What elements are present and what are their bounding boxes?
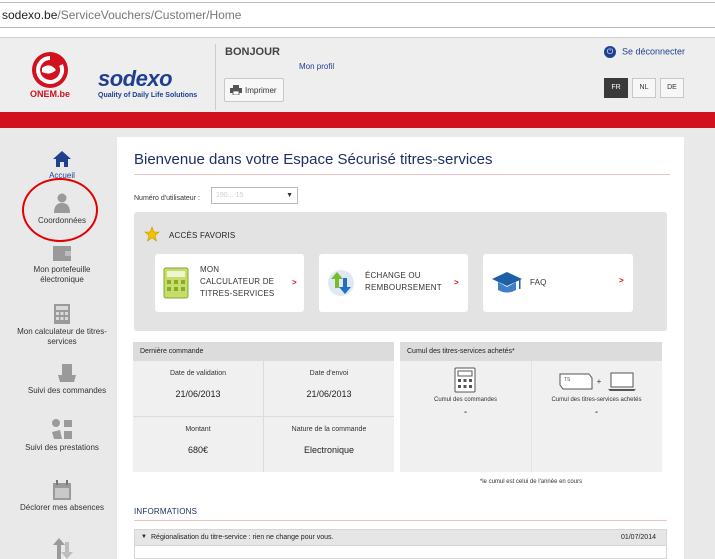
amount-label: Montant [185,426,211,433]
send-date-value: 21/06/2013 [306,389,352,399]
favorite-card-line: ÉCHANGE OU [365,271,421,280]
news-body [134,546,667,559]
laptop-icon [608,372,636,391]
calculator-icon [54,304,70,324]
sidebar-item-portefeuille[interactable]: Mon portefeuille électronique [12,244,112,285]
plus-sign: + [596,377,602,386]
wallet-icon [53,246,71,261]
chevron-right-icon: > [292,278,297,287]
logout-link[interactable]: ⏻ Se déconnecter [604,46,685,58]
sidebar-item-label: Déclorer mes absences [19,503,105,512]
title-divider [134,174,670,175]
exchange-icon [328,270,354,296]
user-number-value: 190... 15 [216,192,244,199]
send-date-label: Date d'envoi [309,370,349,377]
browser-address-bar: sodexo.be/ServiceVouchers/Customer/Home [0,0,715,38]
amount-value: 680€ [187,445,209,455]
last-order-title: Dernière commande [133,342,394,361]
voucher-icon: TS [559,373,593,390]
user-number-label: Numéro d'utilisateur : [134,195,200,202]
orders-total-value: - [463,407,468,418]
favorite-card-exchange[interactable]: ÉCHANGE OU REMBOURSEMENT > [319,254,468,312]
cumulative-title: Cumul des titres-services achetés* [400,342,662,361]
sidebar-item-commandes[interactable]: Suivi des commandes [17,363,117,396]
arrows-icon[interactable] [52,538,74,559]
orders-icon [58,364,76,382]
favorite-card-line: REMBOURSEMENT [365,283,442,292]
profile-link[interactable]: Mon profil [299,62,334,71]
url-path: /ServiceVouchers/Customer/Home [57,8,242,22]
lang-nl-button[interactable]: NL [632,78,656,98]
favorite-card-line: FAQ [530,278,547,287]
order-nature-value: Electronique [303,445,355,455]
logout-label: Se déconnecter [622,46,686,57]
informations-title: INFORMATIONS [134,507,198,516]
lang-de-button[interactable]: DE [660,78,684,98]
sidebar-item-accueil[interactable]: Accueil [12,150,112,181]
sodexo-logo-tagline: Quality of Daily Life Solutions [98,92,198,99]
onem-logo-text: ONEM.be [30,89,70,99]
validation-date-label: Date de validation [169,370,227,377]
graduation-cap-icon [492,272,522,293]
favorites-title: ACCÈS FAVORIS [169,231,236,240]
purchased-total-label: Cumul des titres-services achetés [551,397,642,403]
brand-red-band [0,112,715,128]
greeting: BONJOUR [225,46,281,58]
caret-down-icon: ▼ [141,534,147,540]
favorite-card-line: CALCULATEUR DE [200,277,275,286]
chevron-down-icon: ▼ [286,192,293,199]
user-number-select[interactable]: 190... 15 ▼ [211,187,298,204]
sidebar-item-absences[interactable]: Déclorer mes absences [12,480,112,513]
home-icon [53,151,71,167]
cumulative-footnote: *le cumul est celui de l'année en cours [479,479,583,485]
sidebar-item-calculateur[interactable]: Mon calculateur de titres-services [12,304,112,347]
news-item[interactable]: ▼ Régionalisation du titre-service : rie… [134,529,667,546]
url-field[interactable]: sodexo.be/ServiceVouchers/Customer/Home [0,2,715,28]
calculator-icon [163,267,189,299]
order-nature-label: Nature de la commande [291,426,367,433]
star-icon [144,226,160,242]
sodexo-logo[interactable]: sodexo Quality of Daily Life Solutions [98,66,197,99]
purchased-total-value: - [594,407,599,418]
sidebar-item-label: Suivi des prestations [25,443,99,452]
favorite-card-faq[interactable]: FAQ > [483,254,633,312]
print-button[interactable]: Imprimer [224,78,284,102]
favorite-card-line: MON [200,265,220,274]
services-icon [52,419,72,439]
chevron-right-icon: > [454,278,459,287]
favorite-card-calculator[interactable]: MON CALCULATEUR DE TITRES-SERVICES > [155,254,304,312]
print-button-label: Imprimer [245,86,277,95]
favorite-card-line: TITRES-SERVICES [200,289,275,298]
lang-fr-button[interactable]: FR [604,78,628,98]
news-date: 01/07/2014 [620,534,656,541]
informations-divider [134,520,667,521]
onem-logo[interactable]: ONEM.be [28,50,72,100]
validation-date-value: 21/06/2013 [175,389,221,399]
chevron-right-icon: > [619,276,624,285]
power-icon: ⏻ [604,46,616,58]
row-divider [133,416,394,417]
sidebar-item-label: Mon portefeuille électronique [33,265,91,284]
sodexo-logo-word: sodexo [98,66,173,91]
sidebar-item-label: Suivi des commandes [27,386,107,395]
calculator-icon [454,367,476,393]
header-divider [215,44,216,110]
printer-icon [230,85,242,95]
url-host: sodexo.be [2,8,58,22]
calendar-icon [53,480,71,500]
news-title: Régionalisation du titre-service : rien … [151,534,334,541]
sidebar-item-label: Mon calculateur de titres-services [17,327,107,346]
sidebar-item-prestations[interactable]: Suivi des prestations [12,418,112,453]
voucher-tag: TS [564,377,571,383]
page-title: Bienvenue dans votre Espace Sécurisé tit… [134,151,493,168]
highlight-circle-annotation [22,178,98,242]
orders-total-label: Cumul des commandes [433,397,498,403]
